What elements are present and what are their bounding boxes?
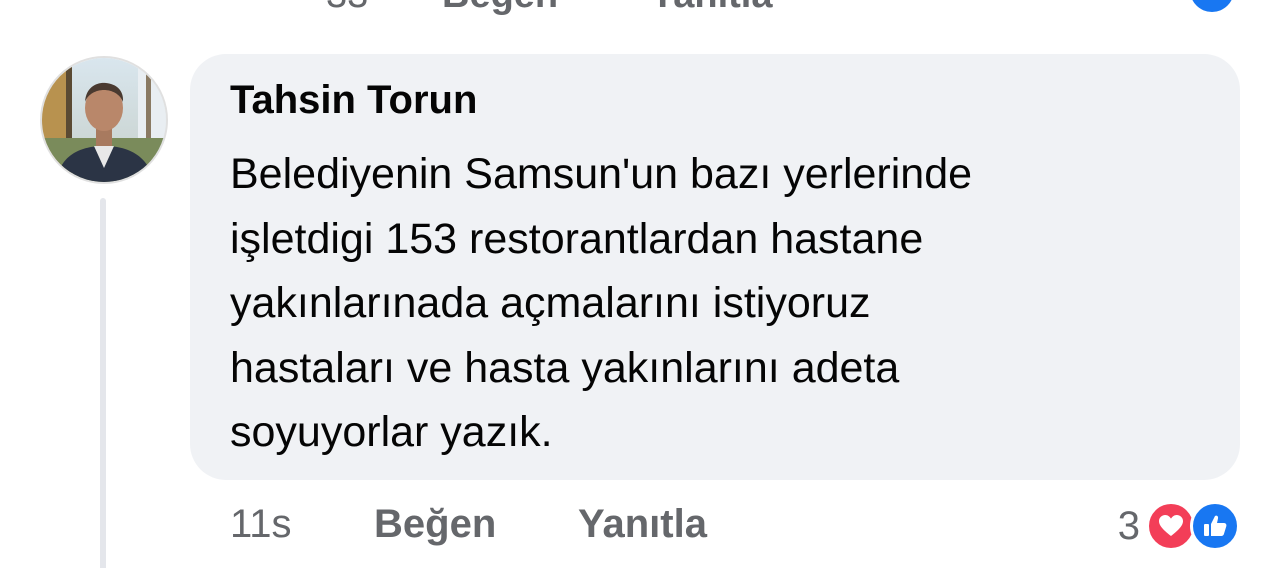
reaction-summary[interactable]: 3 xyxy=(1118,500,1240,552)
comment-line: hastaları ve hasta yakınlarını adeta xyxy=(230,343,900,392)
previous-reaction-count: 33 xyxy=(326,0,368,17)
comment-line: işletdigi 153 restorantlardan hastane xyxy=(230,214,924,263)
previous-like-reaction-icon[interactable] xyxy=(1190,0,1234,12)
comment-timestamp[interactable]: 11s xyxy=(230,502,292,547)
reply-button[interactable]: Yanıtla xyxy=(578,502,707,547)
avatar-photo xyxy=(42,58,166,182)
thread-line xyxy=(100,198,106,568)
comment-line: soyuyorlar yazık. xyxy=(230,408,553,456)
comment-bubble: Tahsin Torun Belediyenin Samsun'un bazı … xyxy=(190,54,1240,480)
comment-text: Belediyenin Samsun'un bazı yerlerinde iş… xyxy=(230,142,1190,465)
comment-thread: 33 Beğen Yanıtla T xyxy=(0,0,1280,568)
comment-line: yakınlarınada açmalarını istiyoruz xyxy=(230,279,871,327)
comment-author[interactable]: Tahsin Torun xyxy=(230,78,477,123)
previous-comment-actions: 33 Beğen Yanıtla xyxy=(0,0,1280,17)
like-icon xyxy=(1190,501,1240,551)
reaction-count: 3 xyxy=(1117,503,1140,548)
like-button[interactable]: Beğen xyxy=(374,502,496,547)
love-icon xyxy=(1146,501,1196,551)
previous-reply-button[interactable]: Yanıtla xyxy=(650,0,773,17)
comment-line: Belediyenin Samsun'un bazı yerlerinde xyxy=(230,150,973,198)
avatar[interactable] xyxy=(40,56,168,184)
previous-like-button[interactable]: Beğen xyxy=(442,0,558,17)
